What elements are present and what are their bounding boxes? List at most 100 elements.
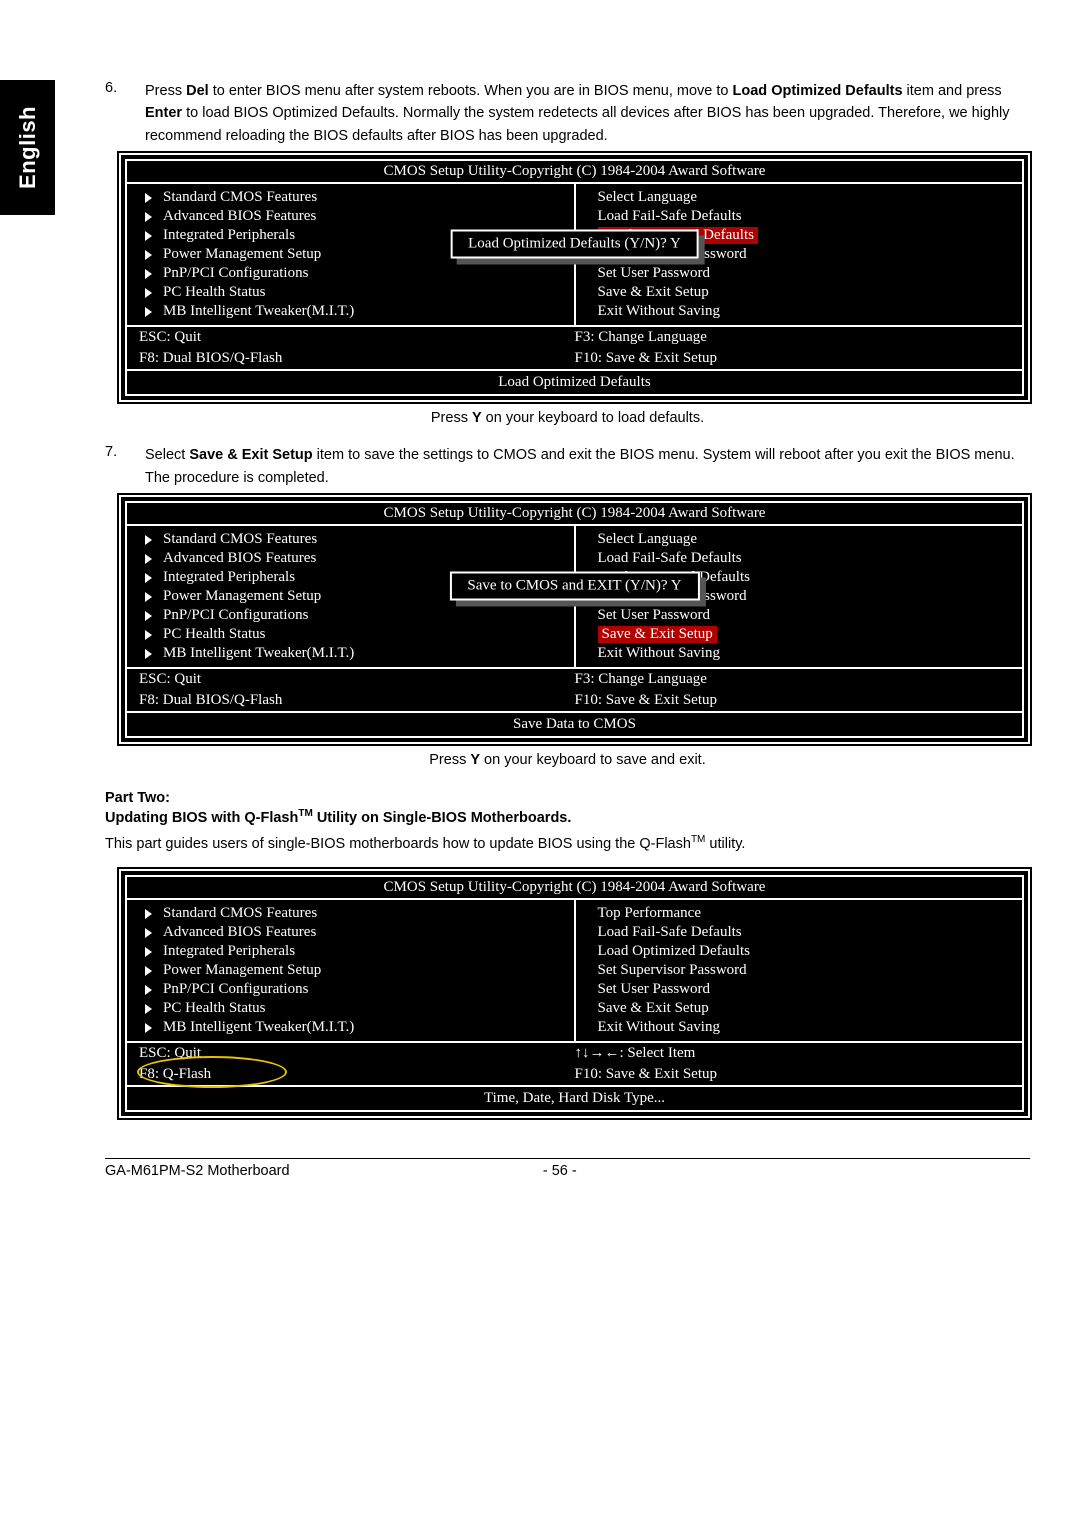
bios-menu-item[interactable]: Save & Exit Setup <box>584 999 1015 1018</box>
bios-menu-label: Integrated Peripherals <box>163 227 295 244</box>
step-body: Select Save & Exit Setup item to save th… <box>145 444 1030 489</box>
page-footer: GA-M61PM-S2 Motherboard - 56 - <box>105 1158 1030 1179</box>
bios-menu-item[interactable]: PnP/PCI Configurations <box>135 264 566 283</box>
bios-menu-item[interactable]: PnP/PCI Configurations <box>135 606 566 625</box>
bios-menu-item[interactable]: Set Supervisor Password <box>584 961 1015 980</box>
bios-title: CMOS Setup Utility-Copyright (C) 1984-20… <box>127 503 1022 526</box>
step-body: Press Del to enter BIOS menu after syste… <box>145 80 1030 147</box>
bios-menu-item[interactable]: Exit Without Saving <box>584 644 1015 663</box>
bios-title: CMOS Setup Utility-Copyright (C) 1984-20… <box>127 877 1022 900</box>
bios-menu-item[interactable]: PnP/PCI Configurations <box>135 980 566 999</box>
bios-key-bar: ESC: QuitF3: Change Language <box>127 325 1022 348</box>
submenu-arrow-icon <box>145 630 152 640</box>
bios-menu-label: PC Health Status <box>163 1000 266 1017</box>
bios-menu-label: Set User Password <box>598 607 711 623</box>
bios-hint: Load Optimized Defaults <box>127 369 1022 394</box>
bios-menu-label: Load Fail-Safe Defaults <box>598 208 742 224</box>
submenu-arrow-icon <box>145 966 152 976</box>
bios-menu-label: Power Management Setup <box>163 588 321 605</box>
bios-menu-label: Set Supervisor Password <box>598 962 747 978</box>
bios-menu-label: Exit Without Saving <box>598 645 720 661</box>
bios-menu-item[interactable]: Select Language <box>584 188 1015 207</box>
bios-menu-item[interactable]: MB Intelligent Tweaker(M.I.T.) <box>135 644 566 663</box>
bios-menu-item[interactable]: Load Optimized Defaults <box>584 942 1015 961</box>
submenu-arrow-icon <box>145 288 152 298</box>
submenu-arrow-icon <box>145 573 152 583</box>
bios-menu-label: Set User Password <box>598 265 711 281</box>
part-two-subheading: Updating BIOS with Q-FlashTM Utility on … <box>105 808 1030 826</box>
step-7: 7. Select Save & Exit Setup item to save… <box>105 444 1030 489</box>
bios-menu-label: Top Performance <box>598 905 702 921</box>
bios-menu-label: Save & Exit Setup <box>598 284 709 300</box>
submenu-arrow-icon <box>145 212 152 222</box>
submenu-arrow-icon <box>145 1004 152 1014</box>
bios-menu-item[interactable]: Exit Without Saving <box>584 302 1015 321</box>
bios-menu-label: PnP/PCI Configurations <box>163 607 308 624</box>
bios-hint: Save Data to CMOS <box>127 711 1022 736</box>
bios-menu-label: Exit Without Saving <box>598 303 720 319</box>
bios-menu-item[interactable]: Advanced BIOS Features <box>135 549 566 568</box>
bios-menu-item[interactable]: Set User Password <box>584 264 1015 283</box>
submenu-arrow-icon <box>145 1023 152 1033</box>
bios-menu-item[interactable]: Set User Password <box>584 980 1015 999</box>
bios-menu-item[interactable]: Load Fail-Safe Defaults <box>584 923 1015 942</box>
submenu-arrow-icon <box>145 554 152 564</box>
submenu-arrow-icon <box>145 947 152 957</box>
bios-screen-qflash: CMOS Setup Utility-Copyright (C) 1984-20… <box>119 869 1030 1118</box>
bios-menu-item[interactable]: Load Fail-Safe Defaults <box>584 549 1015 568</box>
bios-menu-item[interactable]: PC Health Status <box>135 283 566 302</box>
bios-menu-item[interactable]: Advanced BIOS Features <box>135 923 566 942</box>
submenu-arrow-icon <box>145 909 152 919</box>
submenu-arrow-icon <box>145 231 152 241</box>
step-number: 6. <box>105 80 127 147</box>
bios-menu-item[interactable]: Standard CMOS Features <box>135 188 566 207</box>
bios-menu-item[interactable]: Exit Without Saving <box>584 1018 1015 1037</box>
bios-menu-label: Load Fail-Safe Defaults <box>598 924 742 940</box>
bios-menu-label: Save & Exit Setup <box>598 1000 709 1016</box>
bios-key-bar: ESC: Quit↑↓→←: Select Item <box>127 1041 1022 1064</box>
confirm-dialog[interactable]: Load Optimized Defaults (Y/N)? Y <box>450 229 699 258</box>
bios-menu-label: Exit Without Saving <box>598 1019 720 1035</box>
bios-menu-label: PnP/PCI Configurations <box>163 981 308 998</box>
bios-menu-item[interactable]: Standard CMOS Features <box>135 904 566 923</box>
language-tab: English <box>0 80 55 215</box>
bios-menu-item[interactable]: PC Health Status <box>135 999 566 1018</box>
bios-menu-label: PC Health Status <box>163 626 266 643</box>
caption-save-exit: Press Y on your keyboard to save and exi… <box>105 752 1030 768</box>
bios-menu-item[interactable]: Save & Exit Setup <box>584 625 1015 644</box>
bios-menu-label: Select Language <box>598 531 698 547</box>
bios-menu-item[interactable]: Power Management Setup <box>135 961 566 980</box>
bios-menu-label: Load Fail-Safe Defaults <box>598 550 742 566</box>
footer-model: GA-M61PM-S2 Motherboard <box>105 1163 290 1179</box>
bios-menu-label: Power Management Setup <box>163 246 321 263</box>
bios-menu-label: MB Intelligent Tweaker(M.I.T.) <box>163 303 354 320</box>
bios-menu-item[interactable]: Standard CMOS Features <box>135 530 566 549</box>
bios-menu-item[interactable]: PC Health Status <box>135 625 566 644</box>
submenu-arrow-icon <box>145 928 152 938</box>
bios-menu-label: Power Management Setup <box>163 962 321 979</box>
bios-menu-item[interactable]: Advanced BIOS Features <box>135 207 566 226</box>
bios-menu-label: Load Optimized Defaults <box>598 943 750 959</box>
bios-menu-label: Standard CMOS Features <box>163 189 317 206</box>
language-tab-label: English <box>15 106 41 189</box>
bios-title: CMOS Setup Utility-Copyright (C) 1984-20… <box>127 161 1022 184</box>
submenu-arrow-icon <box>145 592 152 602</box>
part-two-body: This part guides users of single-BIOS mo… <box>105 832 1030 855</box>
bios-menu-item[interactable]: Integrated Peripherals <box>135 942 566 961</box>
submenu-arrow-icon <box>145 193 152 203</box>
bios-menu-item[interactable]: Set User Password <box>584 606 1015 625</box>
confirm-dialog[interactable]: Save to CMOS and EXIT (Y/N)? Y <box>449 571 699 600</box>
bios-menu-label: MB Intelligent Tweaker(M.I.T.) <box>163 645 354 662</box>
bios-menu-label: Advanced BIOS Features <box>163 924 316 941</box>
bios-menu-item[interactable]: Top Performance <box>584 904 1015 923</box>
bios-menu-item[interactable]: Load Fail-Safe Defaults <box>584 207 1015 226</box>
caption-load-defaults: Press Y on your keyboard to load default… <box>105 410 1030 426</box>
submenu-arrow-icon <box>145 611 152 621</box>
bios-menu-item[interactable]: MB Intelligent Tweaker(M.I.T.) <box>135 1018 566 1037</box>
bios-key-bar-2: F8: Dual BIOS/Q-FlashF10: Save & Exit Se… <box>127 348 1022 369</box>
bios-menu-label: Integrated Peripherals <box>163 569 295 586</box>
bios-menu-item[interactable]: MB Intelligent Tweaker(M.I.T.) <box>135 302 566 321</box>
bios-menu-item[interactable]: Select Language <box>584 530 1015 549</box>
bios-hint: Time, Date, Hard Disk Type... <box>127 1085 1022 1110</box>
bios-menu-item[interactable]: Save & Exit Setup <box>584 283 1015 302</box>
